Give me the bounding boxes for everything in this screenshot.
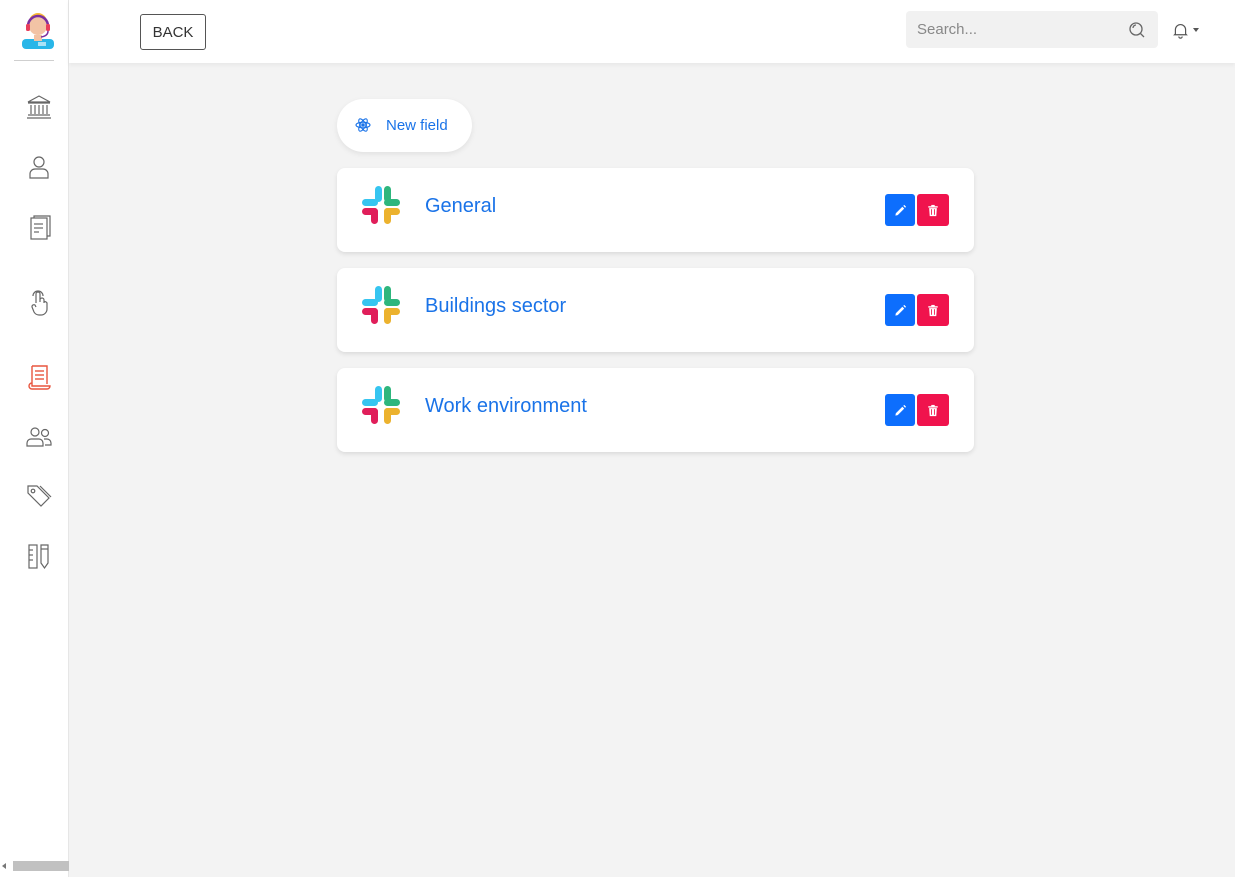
logo-divider — [14, 60, 54, 61]
sidebar-item-user[interactable] — [19, 151, 59, 183]
slack-icon — [362, 386, 400, 424]
slack-icon — [362, 186, 400, 224]
atom-icon — [355, 118, 371, 132]
trash-icon — [928, 304, 938, 316]
search-icon[interactable] — [1126, 19, 1148, 41]
delete-button[interactable] — [917, 294, 949, 326]
ruler-pencil-icon — [28, 544, 49, 570]
notifications-dropdown[interactable] — [1172, 19, 1202, 41]
users-icon — [26, 427, 52, 447]
user-icon — [29, 156, 49, 179]
pencil-icon — [894, 204, 906, 216]
field-title[interactable]: Buildings sector — [425, 295, 566, 318]
sidebar-item-tags[interactable] — [19, 480, 59, 512]
sidebar-item-touch[interactable] — [19, 287, 59, 319]
new-field-label: New field — [386, 117, 448, 134]
pencil-icon — [894, 304, 906, 316]
field-title[interactable]: General — [425, 195, 496, 218]
delete-button[interactable] — [917, 394, 949, 426]
scroll-left-icon[interactable] — [2, 863, 6, 869]
bank-icon — [27, 95, 51, 119]
sidebar-item-users[interactable] — [19, 421, 59, 453]
search-box — [906, 11, 1158, 48]
sidebar — [0, 0, 69, 877]
field-card[interactable]: Work environment — [337, 368, 974, 452]
top-bar: BACK — [69, 0, 1235, 63]
search-input[interactable] — [906, 11, 1128, 48]
avatar-logo-icon[interactable] — [17, 11, 57, 49]
slack-icon — [362, 286, 400, 324]
edit-button[interactable] — [885, 194, 915, 226]
trash-icon — [928, 204, 938, 216]
new-field-button[interactable]: New field — [337, 99, 472, 152]
sidebar-item-documents[interactable] — [19, 211, 59, 243]
scroll-icon — [28, 365, 51, 390]
sidebar-item-bank[interactable] — [19, 91, 59, 123]
field-card[interactable]: General — [337, 168, 974, 252]
back-button[interactable]: BACK — [140, 14, 206, 50]
document-icon — [30, 215, 51, 240]
scrollbar-thumb[interactable] — [13, 861, 69, 871]
tags-icon — [27, 485, 52, 507]
field-card[interactable]: Buildings sector — [337, 268, 974, 352]
sidebar-item-scroll[interactable] — [19, 360, 59, 392]
trash-icon — [928, 404, 938, 416]
touch-icon — [31, 290, 48, 316]
edit-button[interactable] — [885, 294, 915, 326]
horizontal-scrollbar[interactable] — [0, 860, 69, 872]
delete-button[interactable] — [917, 194, 949, 226]
edit-button[interactable] — [885, 394, 915, 426]
chevron-down-icon — [1193, 28, 1199, 32]
sidebar-item-tools[interactable] — [19, 540, 59, 572]
field-title[interactable]: Work environment — [425, 395, 587, 418]
bell-icon — [1173, 23, 1188, 39]
pencil-icon — [894, 404, 906, 416]
